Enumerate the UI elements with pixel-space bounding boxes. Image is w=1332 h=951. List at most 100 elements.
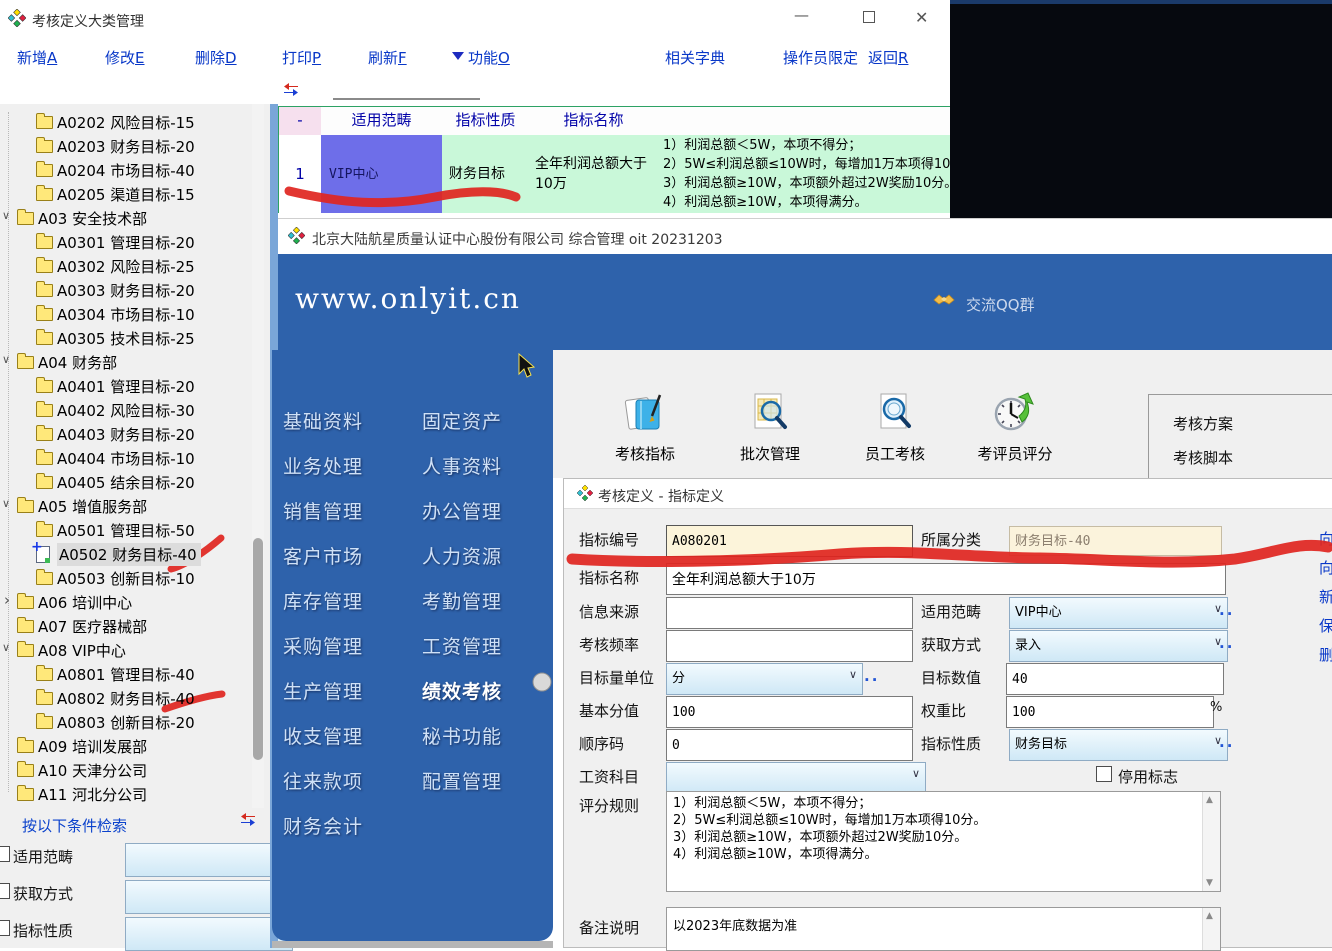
filter-method-checkbox[interactable] <box>0 883 10 899</box>
tree-item[interactable]: A0803 创新目标-20 <box>0 710 250 734</box>
menu-item[interactable]: 配置管理 <box>422 767 502 794</box>
close-button[interactable]: ✕ <box>915 8 928 27</box>
scroll-down-icon[interactable]: ▼ <box>1206 878 1213 888</box>
menu-item[interactable]: 生产管理 <box>283 677 363 704</box>
disabled-checkbox[interactable] <box>1096 766 1112 782</box>
order-input[interactable] <box>666 729 913 761</box>
method-dropdown[interactable]: 录入∨ <box>1009 630 1228 662</box>
menu-item[interactable]: 收支管理 <box>283 722 363 749</box>
tree-item[interactable]: A0801 管理目标-40 <box>0 662 250 686</box>
function-button[interactable]: 功能O <box>468 47 510 68</box>
delete-button[interactable]: 删除D <box>195 47 237 68</box>
nature-more-button[interactable]: .. <box>1219 733 1234 751</box>
tree-item[interactable]: A0303 财务目标-20 <box>0 278 250 302</box>
code-input[interactable] <box>666 525 913 557</box>
filter-method-dropdown[interactable]: ∨ <box>125 880 293 914</box>
menu-item[interactable]: 库存管理 <box>283 587 363 614</box>
minimize-button[interactable]: — <box>794 6 809 24</box>
grid-cell-rules[interactable]: 1）利润总额＜5W，本项不得分； 2）5W≤利润总额≤10W时，每增加1万本项得… <box>658 135 950 213</box>
menu-item[interactable]: 往来款项 <box>283 767 363 794</box>
dialog-side-button[interactable]: 保 <box>1319 615 1332 636</box>
salary-dropdown[interactable]: ∨ <box>666 762 926 794</box>
menu-item[interactable]: 人力资源 <box>422 542 502 569</box>
dialog-side-button[interactable]: 向 <box>1319 557 1332 578</box>
menu-item[interactable]: 业务处理 <box>283 452 363 479</box>
nature-dropdown[interactable]: 财务目标∨ <box>1009 729 1228 761</box>
tree-item[interactable]: A0203 财务目标-20 <box>0 134 250 158</box>
swap-icon[interactable] <box>240 812 256 831</box>
target-input[interactable] <box>1006 663 1224 695</box>
refresh-button[interactable]: 刷新F <box>368 47 407 68</box>
tree-item[interactable]: A0304 市场目标-10 <box>0 302 250 326</box>
menu-item[interactable]: 销售管理 <box>283 497 363 524</box>
menu-item[interactable]: 基础资料 <box>283 407 363 434</box>
tree-item-expandable[interactable]: A08 VIP中心 <box>0 638 250 662</box>
menu-item[interactable]: 客户市场 <box>283 542 363 569</box>
tree-item[interactable]: A09 培训发展部 <box>0 734 250 758</box>
tree-item[interactable]: A0503 创新目标-10 <box>0 566 250 590</box>
rules-textarea[interactable]: 1）利润总额＜5W，本项不得分； 2）5W≤利润总额≤10W时，每增加1万本项得… <box>666 791 1221 892</box>
tree-item[interactable]: A0802 财务目标-40 <box>0 686 250 710</box>
assessment-script-link[interactable]: 考核脚本 <box>1173 447 1233 468</box>
shortcut-employee-assessment[interactable]: 员工考核 <box>845 390 945 464</box>
tree-item-expandable[interactable]: A05 增值服务部 <box>0 494 250 518</box>
filter-nature-dropdown[interactable]: ∨ <box>125 917 293 951</box>
filter-nature-checkbox[interactable] <box>0 920 10 936</box>
weight-input[interactable] <box>1006 696 1214 728</box>
tree-item[interactable]: A11 河北分公司 <box>0 782 250 806</box>
method-more-button[interactable]: .. <box>1219 634 1234 652</box>
maximize-button[interactable] <box>863 11 875 23</box>
edit-button[interactable]: 修改E <box>105 47 145 68</box>
return-button[interactable]: 返回R <box>868 47 908 68</box>
filter-scope-dropdown[interactable]: ∨ <box>125 843 293 877</box>
dialog-side-button[interactable]: 向 <box>1319 528 1332 549</box>
base-input[interactable] <box>666 696 913 728</box>
grid-cell-nature[interactable]: 财务目标 <box>442 135 537 213</box>
freq-input[interactable] <box>666 630 913 662</box>
grid-cell-rownum[interactable]: 1 <box>279 135 322 213</box>
tree-item[interactable]: A0401 管理目标-20 <box>0 374 250 398</box>
tree-item[interactable]: A0403 财务目标-20 <box>0 422 250 446</box>
tree-item-expandable[interactable]: A03 安全技术部 <box>0 206 250 230</box>
menu-item[interactable]: 考勤管理 <box>422 587 502 614</box>
shortcut-evaluator-scoring[interactable]: 考评员评分 <box>965 390 1065 464</box>
menu-item[interactable]: 固定资产 <box>422 407 502 434</box>
textarea-scrollbar[interactable]: ▲▼ <box>1202 792 1220 891</box>
print-button[interactable]: 打印P <box>282 47 321 68</box>
tree-item[interactable]: A10 天津分公司 <box>0 758 250 782</box>
remark-textarea[interactable]: 以2023年底数据为准 ▲ <box>666 907 1221 951</box>
tree-item[interactable]: A0402 风险目标-30 <box>0 398 250 422</box>
new-button[interactable]: 新增A <box>17 47 57 68</box>
name-input[interactable] <box>666 563 1226 595</box>
tree-scrollbar-thumb[interactable] <box>253 538 263 760</box>
tree-item[interactable]: A0305 技术目标-25 <box>0 326 250 350</box>
unit-more-button[interactable]: .. <box>864 667 879 685</box>
tree-item[interactable]: A0405 结余目标-20 <box>0 470 250 494</box>
tree-item[interactable]: A0404 市场目标-10 <box>0 446 250 470</box>
tree-item[interactable]: A0301 管理目标-20 <box>0 230 250 254</box>
grid-cell-name[interactable]: 全年利润总额大于10万 <box>529 135 665 213</box>
shortcut-assessment-indicator[interactable]: 考核指标 <box>595 390 695 464</box>
textarea-scrollbar[interactable]: ▲ <box>1202 908 1220 950</box>
scope-more-button[interactable]: .. <box>1219 601 1234 619</box>
tree-item[interactable]: A07 医疗器械部 <box>0 614 250 638</box>
dialog-side-button[interactable]: 新 <box>1319 586 1332 607</box>
menu-item[interactable]: 财务会计 <box>283 812 363 839</box>
menu-item[interactable]: 工资管理 <box>422 632 502 659</box>
grid-cell-scope[interactable]: VIP中心 <box>321 135 451 213</box>
menu-item[interactable]: 采购管理 <box>283 632 363 659</box>
tree-item-selected[interactable]: A0502 财务目标-40 <box>0 542 250 566</box>
menu-item-active[interactable]: 绩效考核 <box>422 677 502 704</box>
tree-item[interactable]: A0302 风险目标-25 <box>0 254 250 278</box>
scroll-up-icon[interactable]: ▲ <box>1206 911 1213 921</box>
menu-item[interactable]: 人事资料 <box>422 452 502 479</box>
scope-dropdown[interactable]: VIP中心∨ <box>1009 597 1228 629</box>
tree-item-expandable[interactable]: A04 财务部 <box>0 350 250 374</box>
tree-item[interactable]: A0202 风险目标-15 <box>0 110 250 134</box>
qq-group-link[interactable]: 交流QQ群 <box>966 294 1035 315</box>
tree-item[interactable]: A0204 市场目标-40 <box>0 158 250 182</box>
unit-dropdown[interactable]: 分∨ <box>666 663 863 695</box>
assessment-plan-link[interactable]: 考核方案 <box>1173 413 1233 434</box>
source-input[interactable] <box>666 597 913 629</box>
dialog-side-button[interactable]: 删 <box>1319 644 1332 665</box>
